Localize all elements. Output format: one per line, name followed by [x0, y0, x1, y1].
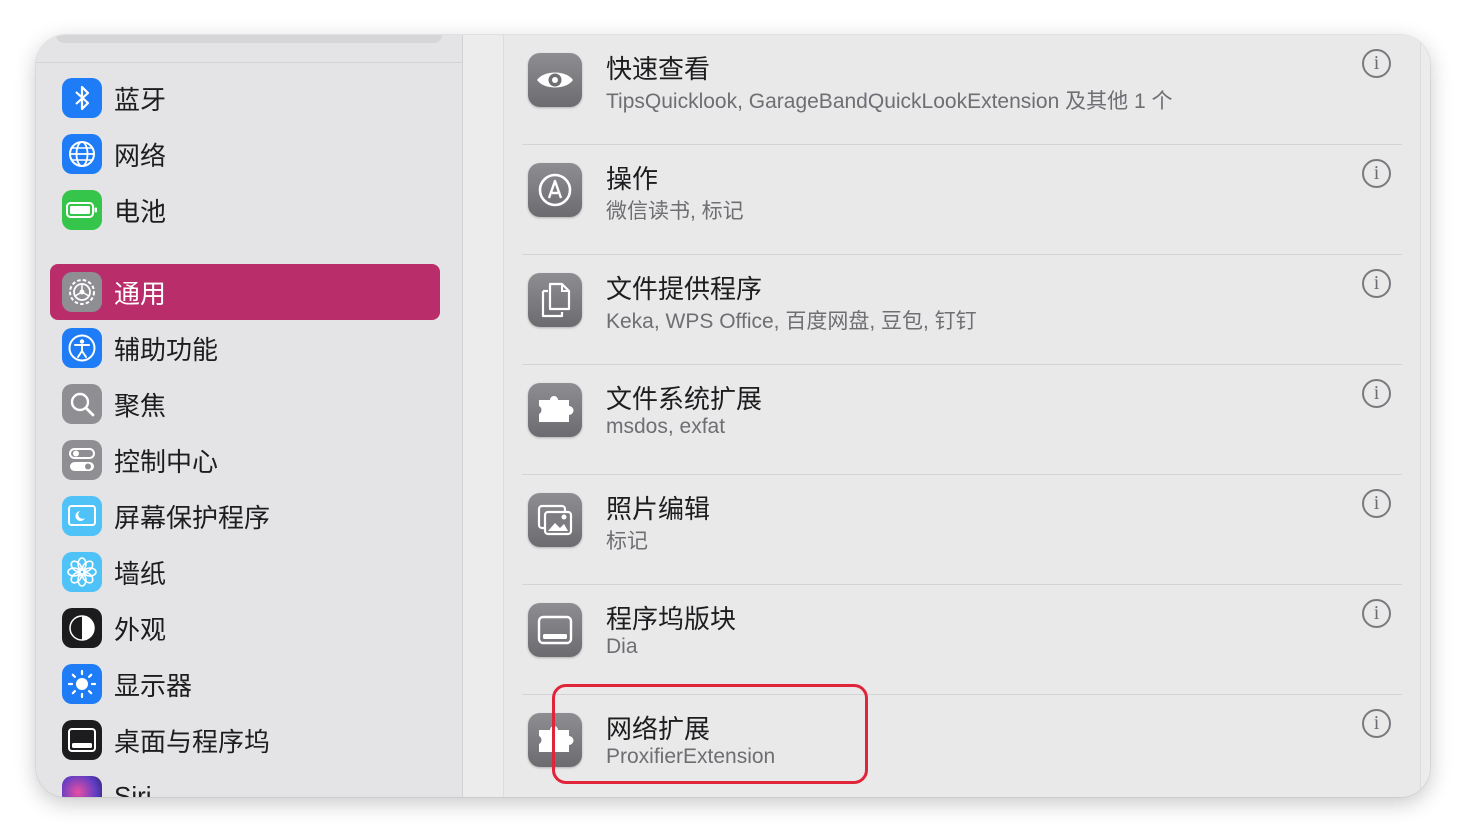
info-icon[interactable]: i	[1362, 709, 1391, 738]
flower-icon	[62, 552, 102, 592]
eye-icon	[528, 53, 582, 107]
accessibility-icon	[62, 328, 102, 368]
sidebar-item-accessibility[interactable]: 辅助功能	[50, 320, 440, 376]
gear-icon	[62, 272, 102, 312]
sidebar-item-label: 蓝牙	[114, 84, 167, 115]
dock-icon	[62, 720, 102, 760]
content-area: 快速查看 TipsQuicklook, GarageBandQuickLookE…	[463, 35, 1430, 797]
row-title: 文件系统扩展	[606, 384, 763, 414]
row-subtitle: Dia	[606, 635, 638, 658]
sidebar: 蓝牙 网络 电池 通用 辅助功能 聚焦 控制中心 屏幕保护程序 墙纸 外观 显示…	[36, 35, 463, 797]
globe-icon	[62, 134, 102, 174]
sidebar-item-control-center[interactable]: 控制中心	[50, 432, 440, 488]
sidebar-item-label: 墙纸	[114, 558, 167, 589]
sidebar-item-network[interactable]: 网络	[50, 126, 440, 182]
sidebar-item-general[interactable]: 通用	[50, 264, 440, 320]
info-icon[interactable]: i	[1362, 159, 1391, 188]
screensaver-icon	[62, 496, 102, 536]
markup-icon	[528, 163, 582, 217]
info-icon[interactable]: i	[1362, 379, 1391, 408]
sidebar-item-label: 控制中心	[114, 446, 219, 477]
list-item-actions[interactable]: 操作 微信读书, 标记 i	[504, 145, 1420, 255]
info-icon[interactable]: i	[1362, 49, 1391, 78]
list-item-filesystem-extensions[interactable]: 文件系统扩展 msdos, exfat i	[504, 365, 1420, 475]
sidebar-item-label: 辅助功能	[114, 334, 219, 365]
magnifier-icon	[62, 384, 102, 424]
sidebar-item-desktop-dock[interactable]: 桌面与程序坞	[50, 712, 440, 768]
sidebar-item-label: 网络	[114, 140, 167, 171]
list-item-file-providers[interactable]: 文件提供程序 Keka, WPS Office, 百度网盘, 豆包, 钉钉 i	[504, 255, 1420, 365]
info-icon[interactable]: i	[1362, 599, 1391, 628]
toggles-icon	[62, 440, 102, 480]
sun-icon	[62, 664, 102, 704]
dock-tile-icon	[528, 603, 582, 657]
row-title: 操作	[606, 164, 659, 194]
list-item-quicklook[interactable]: 快速查看 TipsQuicklook, GarageBandQuickLookE…	[504, 35, 1420, 145]
extensions-list: 快速查看 TipsQuicklook, GarageBandQuickLookE…	[503, 35, 1421, 797]
row-title: 文件提供程序	[606, 274, 763, 304]
sidebar-item-label: 桌面与程序坞	[114, 726, 271, 757]
sidebar-item-label: 通用	[114, 278, 167, 309]
sidebar-item-screensaver[interactable]: 屏幕保护程序	[50, 488, 440, 544]
row-subtitle: msdos, exfat	[606, 415, 726, 438]
list-item-dock-tiles[interactable]: 程序坞版块 Dia i	[504, 585, 1420, 695]
battery-icon	[62, 190, 102, 230]
row-subtitle: 标记	[606, 530, 648, 553]
highlight-box	[552, 684, 868, 784]
sidebar-divider	[36, 62, 462, 63]
sidebar-item-battery[interactable]: 电池	[50, 182, 440, 238]
sidebar-item-label: 显示器	[114, 670, 193, 701]
sidebar-item-wallpaper[interactable]: 墙纸	[50, 544, 440, 600]
puzzle-icon	[528, 383, 582, 437]
sidebar-item-label: 屏幕保护程序	[114, 502, 271, 533]
info-icon[interactable]: i	[1362, 489, 1391, 518]
sidebar-item-bluetooth[interactable]: 蓝牙	[50, 70, 440, 126]
settings-window: 蓝牙 网络 电池 通用 辅助功能 聚焦 控制中心 屏幕保护程序 墙纸 外观 显示…	[36, 35, 1430, 797]
document-icon	[528, 273, 582, 327]
row-title: 快速查看	[606, 54, 711, 84]
info-icon[interactable]: i	[1362, 269, 1391, 298]
siri-icon	[62, 776, 102, 797]
row-title: 照片编辑	[606, 494, 711, 524]
row-subtitle: TipsQuicklook, GarageBandQuickLookExtens…	[606, 90, 1173, 113]
sidebar-item-spotlight[interactable]: 聚焦	[50, 376, 440, 432]
sidebar-item-siri[interactable]: Siri	[50, 768, 440, 797]
row-subtitle: Keka, WPS Office, 百度网盘, 豆包, 钉钉	[606, 310, 977, 333]
sidebar-item-displays[interactable]: 显示器	[50, 656, 440, 712]
row-subtitle: 微信读书, 标记	[606, 200, 744, 223]
sidebar-item-label: Siri	[114, 780, 152, 798]
sidebar-item-label: 聚焦	[114, 390, 167, 421]
row-title: 程序坞版块	[606, 604, 737, 634]
sidebar-search-edge	[56, 35, 442, 43]
appearance-icon	[62, 608, 102, 648]
sidebar-item-appearance[interactable]: 外观	[50, 600, 440, 656]
sidebar-item-label: 外观	[114, 614, 167, 645]
bluetooth-icon	[62, 78, 102, 118]
list-item-photo-editing[interactable]: 照片编辑 标记 i	[504, 475, 1420, 585]
sidebar-item-label: 电池	[114, 196, 167, 227]
photo-icon	[528, 493, 582, 547]
